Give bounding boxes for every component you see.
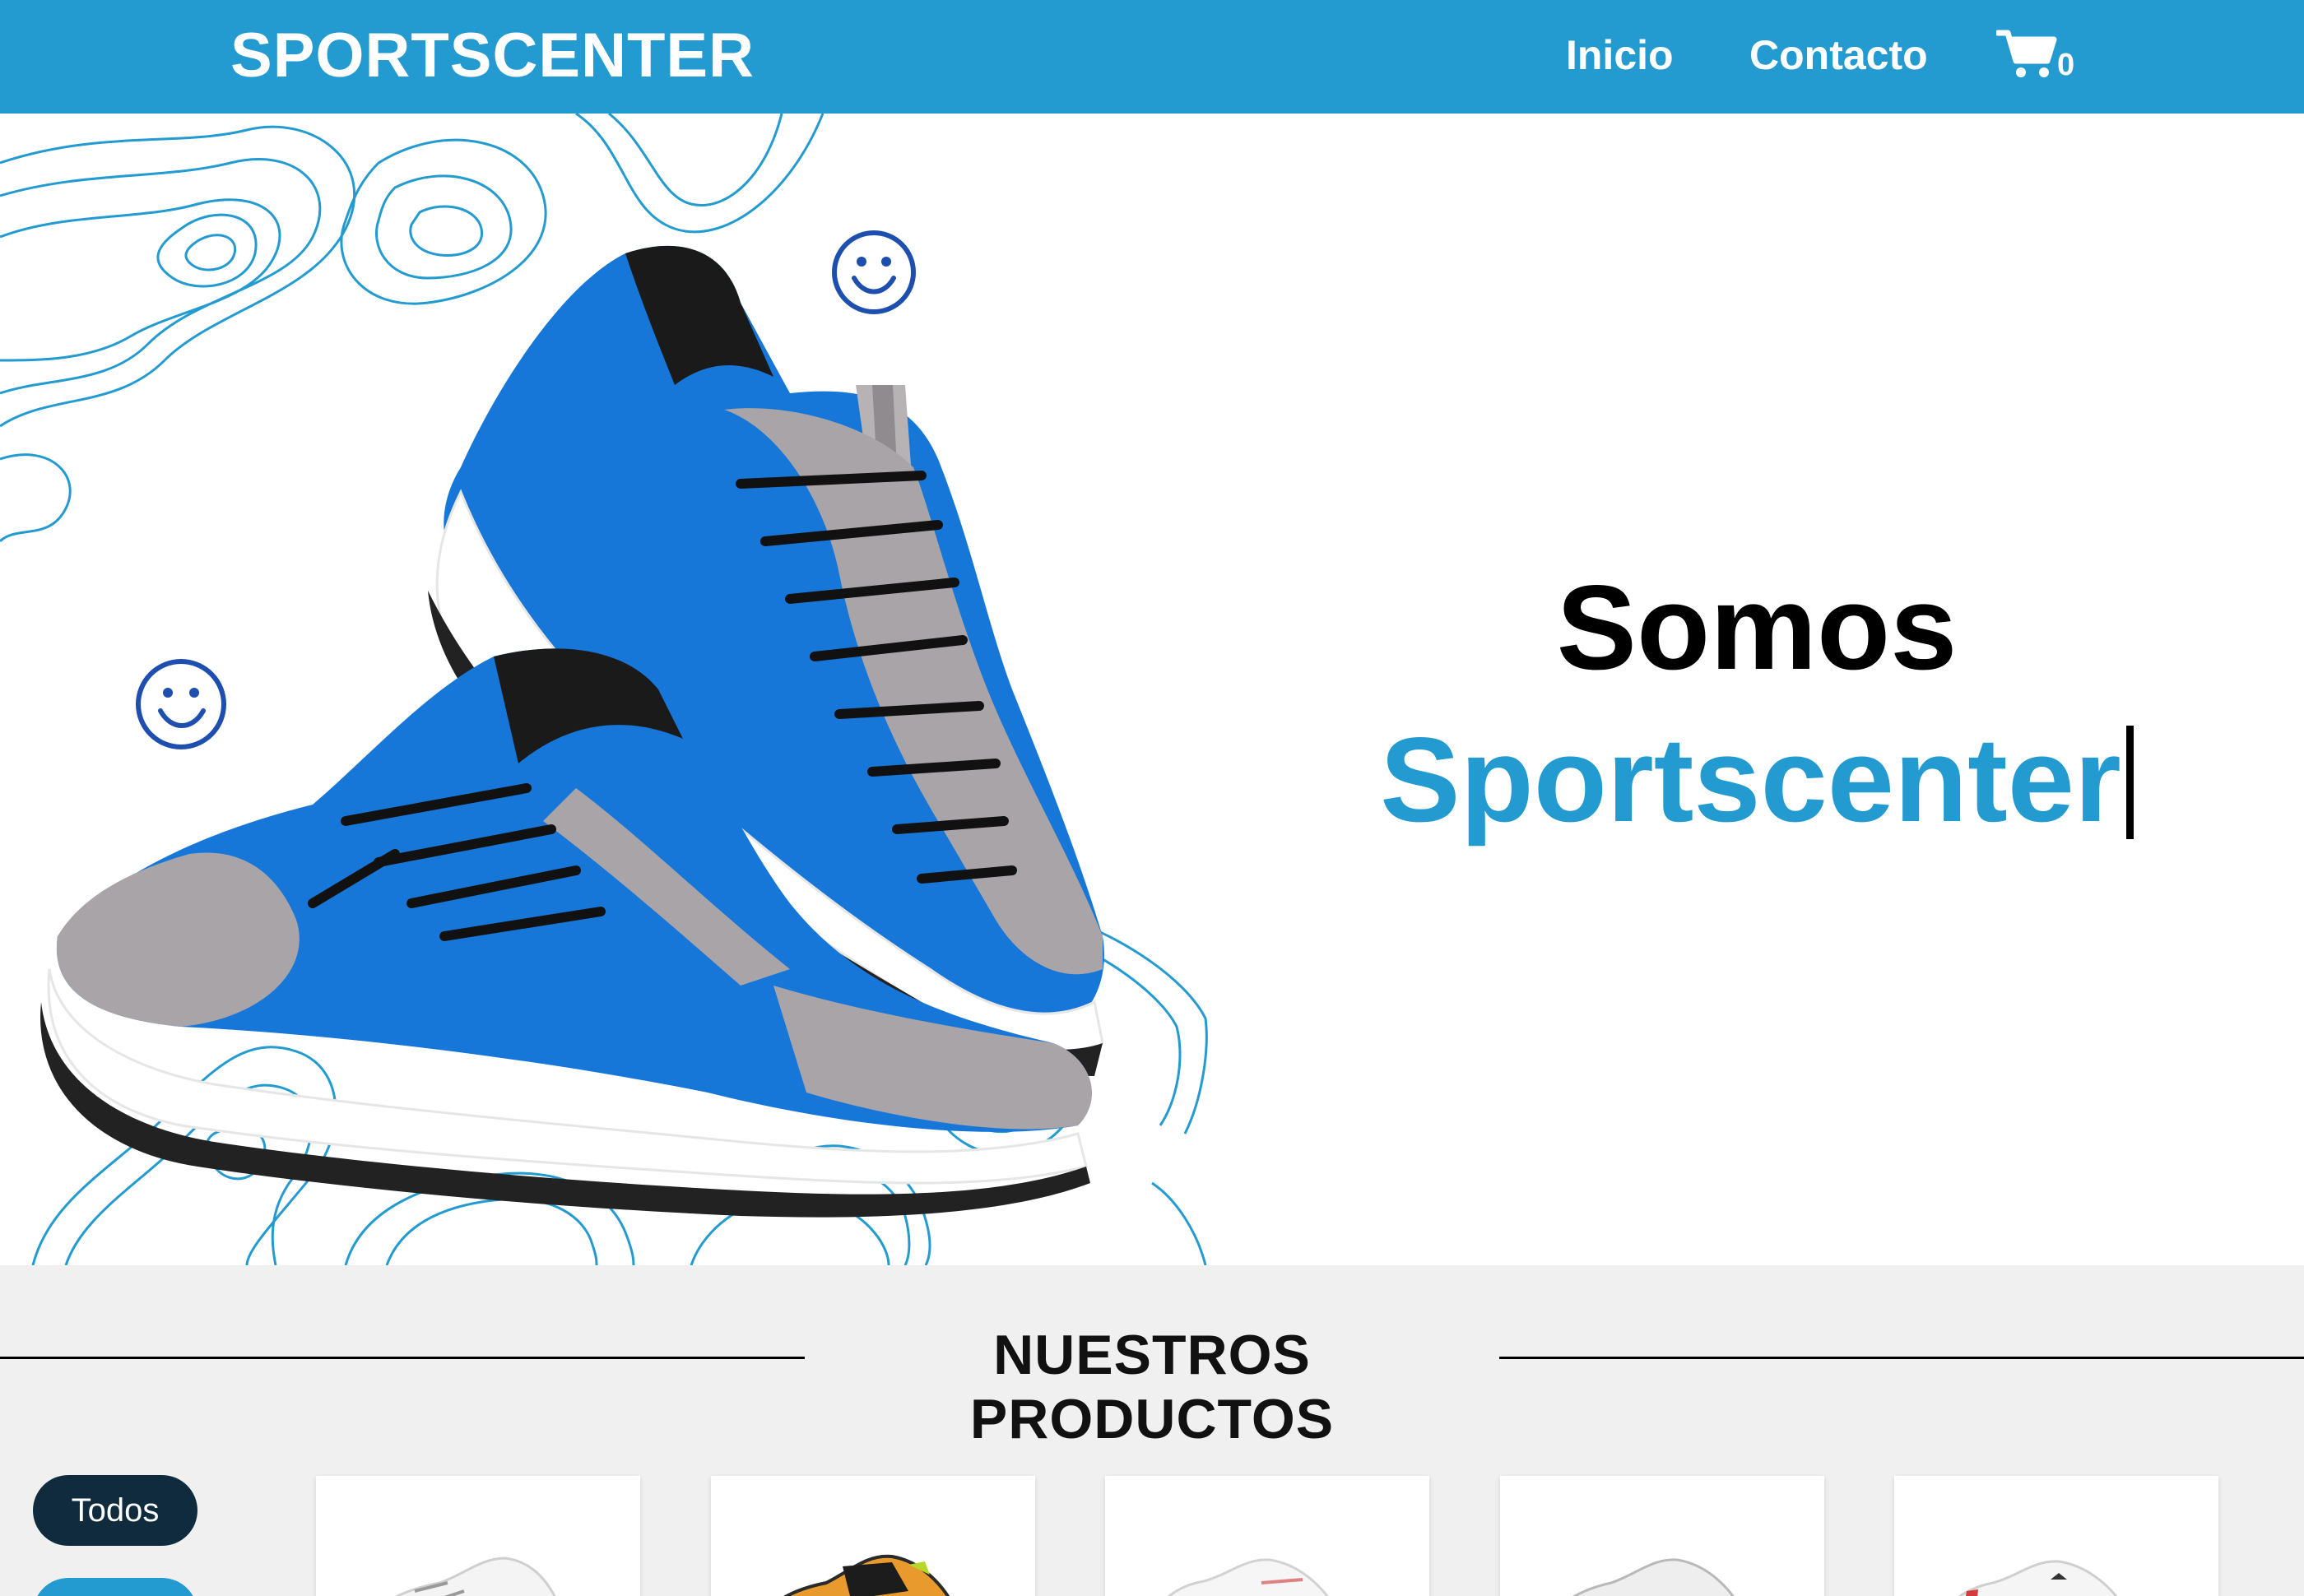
product-card[interactable] [316, 1476, 640, 1596]
hero-heading: Somos Sportscenter [1275, 550, 2238, 854]
hero-line-2: Sportscenter [1275, 706, 2238, 854]
sneakers-illustration [0, 114, 1208, 1265]
sneaker-image [394, 1557, 556, 1596]
divider-left [0, 1357, 805, 1359]
sneaker-image [783, 1554, 950, 1596]
products-section: NUESTROS PRODUCTOS Todos [0, 1265, 2304, 1596]
sneaker-image [1958, 1560, 2118, 1596]
product-card[interactable] [1894, 1476, 2218, 1596]
product-card[interactable] [1500, 1476, 1824, 1596]
nav-link-contacto[interactable]: Contacto [1749, 31, 1928, 79]
hero-line-1: Somos [1556, 560, 1958, 694]
navbar: SPORTSCENTER Inicio Contacto 0 [0, 0, 2304, 114]
cart-button[interactable]: 0 [1996, 28, 2074, 86]
typing-caret [2125, 726, 2134, 839]
shopping-cart-icon [1996, 30, 2057, 77]
filter-button[interactable] [33, 1578, 197, 1596]
cart-count-badge: 0 [2057, 48, 2075, 82]
hero-brand-text: Sportscenter [1380, 712, 2121, 847]
product-card[interactable] [711, 1476, 1035, 1596]
section-title: NUESTROS PRODUCTOS [969, 1324, 1335, 1450]
divider-right [1499, 1357, 2304, 1359]
filter-button-todos[interactable]: Todos [33, 1475, 197, 1546]
sneaker-image [1572, 1558, 1735, 1596]
hero-section: Somos Sportscenter [0, 114, 2304, 1265]
brand-logo[interactable]: SPORTSCENTER [230, 20, 755, 91]
sneaker-image [1167, 1558, 1329, 1596]
nav-link-inicio[interactable]: Inicio [1566, 31, 1674, 79]
product-card[interactable] [1105, 1476, 1429, 1596]
smiley-icon [832, 230, 916, 314]
